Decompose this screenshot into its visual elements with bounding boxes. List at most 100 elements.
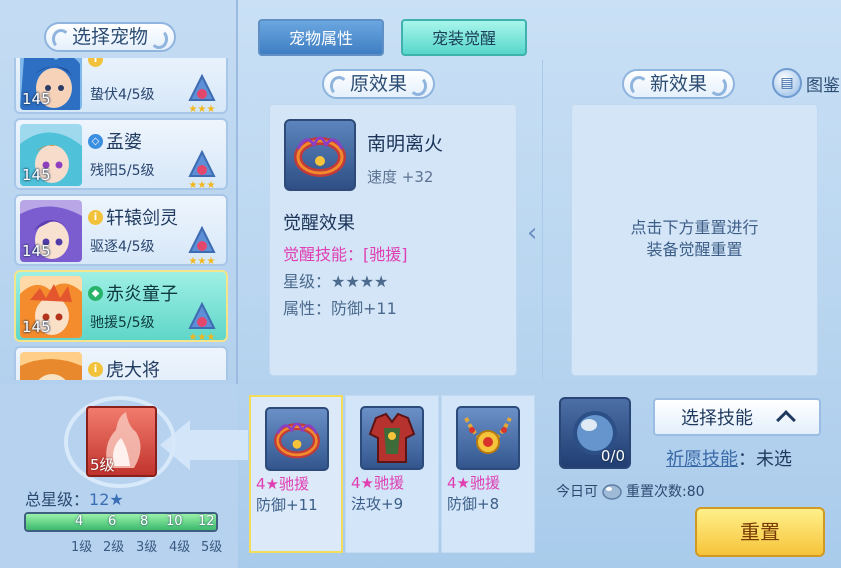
- svg-text:★★★: ★★★: [189, 332, 216, 342]
- reset-count: 今日可 重置次数:80: [556, 481, 705, 501]
- tab-equip-awakening[interactable]: 宠装觉醒: [401, 19, 527, 56]
- atlas-button[interactable]: ▤ 图鉴: [772, 68, 840, 98]
- slot-level: 5级: [90, 456, 115, 474]
- candidate-attr: 法攻+9: [351, 495, 404, 513]
- arrow-left-icon: [160, 420, 248, 470]
- total-star-value: 12: [89, 490, 110, 509]
- level-label: 5级: [201, 540, 223, 555]
- svg-text:★★★: ★★★: [189, 180, 216, 190]
- pet-type-icon: i: [88, 361, 103, 377]
- pet-name-row: ◆ 赤炎童子: [88, 280, 178, 306]
- equip-base-stat: 速度 +32: [367, 168, 434, 186]
- bar-tick: 12: [198, 514, 215, 529]
- candidate-card-0[interactable]: 4★驰援 防御+11: [249, 395, 343, 553]
- reset-count-prefix: 今日可: [556, 484, 598, 500]
- new-effect-title: 新效果: [622, 69, 736, 99]
- level-label: 1级: [71, 540, 93, 555]
- star-progress-fill: [26, 514, 216, 530]
- pet-skill: 驱逐4/5级: [90, 239, 155, 255]
- red-armor-icon: [360, 406, 424, 470]
- candidate-skill: 4★驰援: [447, 474, 500, 492]
- gold-necklace-icon: [456, 406, 520, 470]
- pet-list[interactable]: 145 i 蛰伏4/5级 ★★★ 145 ◇ 孟婆 残阳5/5级 ★★★ 145…: [14, 58, 228, 380]
- pet-avatar: [20, 352, 82, 380]
- star-icon: ★: [109, 490, 124, 509]
- equip-slot[interactable]: 5级: [86, 406, 157, 477]
- hint-line-1: 点击下方重置进行: [630, 218, 759, 237]
- chevron-left-icon: ‹: [527, 218, 538, 248]
- pet-item-3[interactable]: 145 ◆ 赤炎童子 驰援5/5级 ★★★: [14, 270, 228, 342]
- pet-type-icon: ◆: [88, 285, 103, 301]
- awaken-attribute: 属性：防御+11: [283, 299, 397, 318]
- rarity-badge-icon: ★★★: [188, 74, 216, 114]
- candidate-skill: 4★驰援: [256, 475, 309, 493]
- pet-name: 赤炎童子: [106, 284, 178, 305]
- candidate-attr: 防御+8: [447, 495, 500, 513]
- pet-item-4[interactable]: i 虎大将: [14, 346, 228, 380]
- original-effect-title: 原效果: [322, 69, 436, 99]
- candidate-skill: 4★驰援: [351, 474, 404, 492]
- candidate-card-1[interactable]: 4★驰援 法攻+9: [345, 395, 439, 553]
- pet-item-0[interactable]: 145 i 蛰伏4/5级 ★★★: [14, 58, 228, 114]
- tab-pet-attributes[interactable]: 宠物属性: [258, 19, 384, 56]
- pet-item-2[interactable]: 145 i 轩辕剑灵 驱逐4/5级 ★★★: [14, 194, 228, 266]
- star-progress-bar: [24, 512, 218, 532]
- pet-name-row: i 虎大将: [88, 356, 160, 380]
- flame-ring-icon[interactable]: [284, 119, 356, 191]
- select-skill-label: 选择技能: [681, 408, 753, 429]
- pet-name: 孟婆: [106, 132, 142, 153]
- wish-skill-label[interactable]: 祈愿技能: [666, 449, 738, 470]
- wish-skill-value: 未选: [756, 449, 792, 470]
- pet-type-icon: i: [88, 58, 103, 67]
- awaken-effect-title: 觉醒效果: [283, 213, 355, 234]
- level-label: 3级: [136, 540, 158, 555]
- pet-skill: 蛰伏4/5级: [90, 87, 155, 103]
- pet-name-row: ◇ 孟婆: [88, 128, 142, 154]
- pet-name: 轩辕剑灵: [106, 208, 178, 229]
- wish-skill-row[interactable]: 祈愿技能：未选: [666, 445, 792, 471]
- game-window: 选择宠物 145 i 蛰伏4/5级 ★★★ 145 ◇ 孟婆 残阳5/5级 ★★…: [0, 0, 841, 568]
- pet-list-title: 选择宠物: [44, 22, 177, 52]
- pet-name: 虎大将: [106, 360, 160, 380]
- pet-list-panel: 选择宠物 145 i 蛰伏4/5级 ★★★ 145 ◇ 孟婆 残阳5/5级 ★★…: [0, 0, 238, 384]
- flame-ring-icon: [265, 407, 329, 471]
- equip-name: 南明离火: [367, 133, 444, 155]
- orb-count: 0/0: [600, 447, 625, 465]
- svg-text:★★★: ★★★: [189, 256, 216, 266]
- bar-tick: 8: [140, 514, 149, 529]
- new-effect-hint: 点击下方重置进行 装备觉醒重置: [572, 217, 817, 261]
- total-star-label: 总星级：: [25, 490, 90, 509]
- pet-type-icon: i: [88, 209, 103, 225]
- reset-stone-icon: [602, 484, 622, 500]
- select-skill-button[interactable]: 选择技能: [653, 398, 821, 436]
- bar-tick: 6: [108, 514, 117, 529]
- svg-text:★★★: ★★★: [189, 104, 216, 114]
- star-level: 星级：★★★★: [283, 272, 389, 291]
- atlas-label: 图鉴: [806, 75, 840, 96]
- pet-skill: 残阳5/5级: [90, 163, 155, 179]
- book-icon: ▤: [772, 68, 802, 98]
- pet-level: 145: [22, 318, 51, 336]
- candidate-attr: 防御+11: [256, 496, 318, 514]
- reset-orb[interactable]: 0/0: [559, 397, 631, 469]
- pet-skill: 驰援5/5级: [90, 315, 155, 331]
- pet-type-icon: ◇: [88, 133, 103, 149]
- rarity-badge-icon: ★★★: [188, 226, 216, 266]
- bar-tick: 4: [75, 514, 84, 529]
- rarity-badge-icon: ★★★: [188, 302, 216, 342]
- level-label: 2级: [103, 540, 125, 555]
- awaken-skill: 觉醒技能：[驰援]: [283, 245, 408, 264]
- level-label: 4级: [169, 540, 191, 555]
- pet-level: 145: [22, 166, 51, 184]
- original-effect-panel: 南明离火 速度 +32 觉醒效果 觉醒技能：[驰援] 星级：★★★★ 属性：防御…: [269, 104, 517, 376]
- reset-button[interactable]: 重置: [695, 507, 825, 557]
- new-effect-panel: 点击下方重置进行 装备觉醒重置: [571, 104, 818, 376]
- hint-line-2: 装备觉醒重置: [646, 240, 743, 259]
- bar-tick: 10: [166, 514, 183, 529]
- total-star: 总星级：12★: [25, 486, 124, 510]
- rarity-badge-icon: ★★★: [188, 150, 216, 190]
- candidate-card-2[interactable]: 4★驰援 防御+8: [441, 395, 535, 553]
- reset-count-suffix: 重置次数:80: [626, 484, 705, 500]
- divider: [542, 60, 543, 380]
- pet-item-1[interactable]: 145 ◇ 孟婆 残阳5/5级 ★★★: [14, 118, 228, 190]
